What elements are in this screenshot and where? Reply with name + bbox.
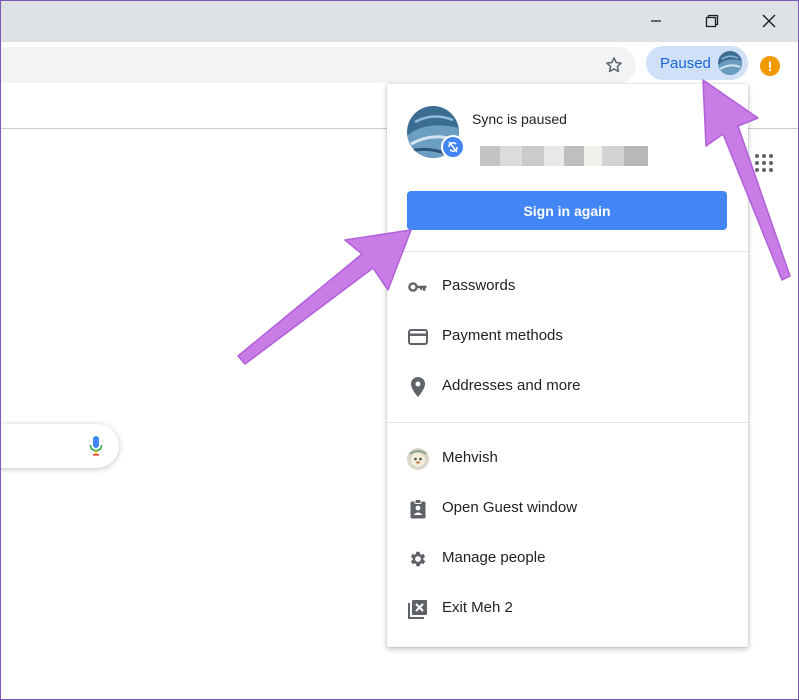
minimize-button[interactable] <box>627 0 685 42</box>
menu-item-label: Manage people <box>442 549 546 566</box>
address-bar[interactable] <box>0 47 636 83</box>
menu-item-exit-profile[interactable]: Exit Meh 2 <box>387 584 748 634</box>
guest-badge-icon <box>407 498 429 520</box>
minimize-icon <box>651 20 661 22</box>
browser-toolbar: Paused ! <box>0 42 799 88</box>
avatar <box>407 448 429 470</box>
profile-paused-chip[interactable]: Paused <box>646 46 748 80</box>
menu-item-label: Passwords <box>442 277 516 294</box>
star-icon <box>606 57 622 73</box>
key-icon <box>407 276 429 298</box>
menu-item-label: Exit Meh 2 <box>442 599 513 616</box>
bookmark-star-button[interactable] <box>600 51 628 79</box>
gear-icon <box>407 548 429 570</box>
sync-status-title: Sync is paused <box>472 111 567 127</box>
annotation-arrow <box>237 229 412 365</box>
menu-item-manage-people[interactable]: Manage people <box>387 534 748 584</box>
title-bar <box>0 0 799 42</box>
sync-off-icon <box>448 141 458 153</box>
menu-item-passwords[interactable]: Passwords <box>387 262 748 312</box>
apps-grid-icon[interactable] <box>754 153 774 173</box>
menu-divider <box>387 251 748 252</box>
location-pin-icon <box>407 376 429 398</box>
update-alert-icon[interactable]: ! <box>760 56 780 76</box>
profile-avatar <box>718 51 742 75</box>
close-window-button[interactable] <box>740 0 798 42</box>
restore-icon <box>705 14 719 28</box>
menu-item-guest-window[interactable]: Open Guest window <box>387 484 748 534</box>
close-icon <box>762 14 776 28</box>
masked-email <box>480 146 648 166</box>
menu-item-label: Mehvish <box>442 449 498 466</box>
credit-card-icon <box>407 326 429 348</box>
restore-button[interactable] <box>683 0 741 42</box>
microphone-icon[interactable] <box>88 435 104 457</box>
sync-paused-badge <box>441 135 465 159</box>
menu-item-label: Payment methods <box>442 327 563 344</box>
exit-window-icon <box>407 598 429 620</box>
menu-divider <box>387 422 748 423</box>
menu-item-payment-methods[interactable]: Payment methods <box>387 312 748 362</box>
menu-item-label: Open Guest window <box>442 499 578 516</box>
menu-item-label: Addresses and more <box>442 377 581 394</box>
menu-item-profile-mehvish[interactable]: Mehvish <box>387 434 748 484</box>
sign-in-again-button[interactable]: Sign in again <box>407 191 727 230</box>
profile-chip-label: Paused <box>660 55 711 72</box>
menu-item-addresses[interactable]: Addresses and more <box>387 362 748 412</box>
profile-menu: Sync is paused Sign in again Passwords P… <box>387 84 748 647</box>
google-search-box[interactable] <box>0 424 119 468</box>
